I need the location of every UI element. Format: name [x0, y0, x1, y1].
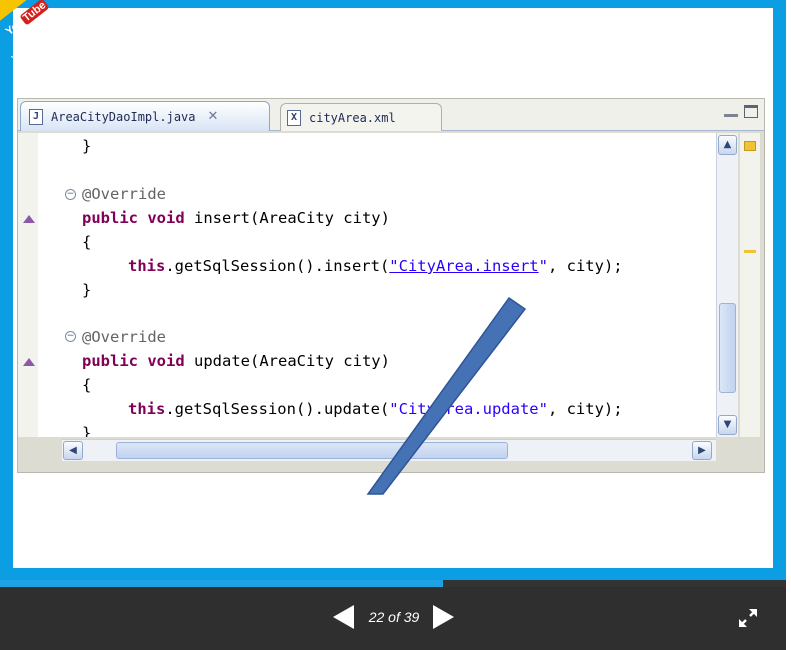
scroll-right-icon: ▶: [692, 441, 712, 460]
next-slide-button[interactable]: [433, 605, 454, 629]
code-line: {: [82, 231, 91, 253]
fold-icon: −: [65, 189, 76, 200]
tab-cityarea-xml: X cityArea.xml: [280, 103, 442, 131]
eclipse-editor-screenshot: J AreaCityDaoImpl.java ✕ X cityArea.xml: [17, 98, 765, 473]
view-controls: [724, 105, 758, 118]
code-line: }: [82, 279, 91, 301]
java-file-icon: J: [29, 108, 43, 125]
fold-icon: −: [65, 331, 76, 342]
expand-icon: [739, 609, 757, 627]
code-text: {: [82, 233, 92, 251]
code-line: }: [82, 135, 91, 157]
code-line: public void insert(AreaCity city): [82, 207, 390, 229]
editor-tab-bar: J AreaCityDaoImpl.java ✕ X cityArea.xml: [18, 99, 764, 131]
code-line: {: [82, 374, 91, 396]
code-text: insert(AreaCity city): [184, 209, 390, 227]
keyword-text: this: [128, 400, 166, 418]
code-text: .getSqlSession().insert(: [165, 257, 390, 275]
code-text: }: [82, 424, 92, 437]
fullscreen-button[interactable]: [737, 607, 759, 629]
progress-fill: [0, 580, 443, 587]
vertical-scroll-thumb: [719, 303, 736, 393]
code-line: this.getSqlSession().insert("CityArea.in…: [128, 255, 623, 277]
vertical-ruler: [18, 133, 38, 437]
page-total: 39: [403, 609, 420, 625]
horizontal-scroll-thumb: [116, 442, 508, 459]
progress-bar[interactable]: [0, 580, 786, 587]
code-line: this.getSqlSession().update("CityArea.up…: [128, 398, 623, 420]
code-line: }: [82, 422, 91, 437]
page-indicator: 22 of 39: [363, 609, 425, 625]
keyword-text: this: [128, 257, 166, 275]
code-text: , city);: [547, 257, 623, 275]
code-line: @Override: [82, 326, 166, 348]
player-controls: 22 of 39: [0, 587, 786, 650]
maximize-icon: [744, 105, 758, 118]
code-text: }: [82, 281, 92, 299]
page-current: 22: [368, 609, 385, 625]
vertical-scrollbar: ▲ ▼: [716, 133, 738, 437]
code-line: @Override: [82, 183, 166, 205]
tab-areacitydaoimpl-java: J AreaCityDaoImpl.java ✕: [20, 101, 270, 131]
code-text: .getSqlSession().update(: [165, 400, 390, 418]
override-marker-icon: [23, 358, 35, 366]
previous-slide-button[interactable]: [333, 605, 354, 629]
tab-label: AreaCityDaoImpl.java: [51, 109, 196, 124]
minimize-icon: [724, 105, 738, 117]
code-text: {: [82, 376, 92, 394]
keyword-text: void: [147, 352, 185, 370]
overview-ruler: [740, 133, 760, 437]
string-text: ": [538, 257, 548, 275]
keyword-text: public: [82, 209, 138, 227]
string-link-text: "CityArea.insert: [389, 257, 539, 275]
annotation-text: @Override: [82, 328, 166, 346]
slide-canvas: J AreaCityDaoImpl.java ✕ X cityArea.xml: [13, 8, 773, 568]
code-text: update(AreaCity city): [184, 352, 390, 370]
annotation-text: @Override: [82, 185, 166, 203]
xml-file-icon: X: [287, 109, 301, 126]
keyword-text: void: [147, 209, 185, 227]
page-of: of: [388, 609, 400, 625]
tab-label: cityArea.xml: [309, 110, 396, 125]
scroll-left-icon: ◀: [63, 441, 83, 460]
string-text: "CityArea.update": [389, 400, 548, 418]
override-marker-icon: [23, 215, 35, 223]
scroll-down-icon: ▼: [718, 415, 737, 435]
code-area: − − } @Override public void insert(AreaC…: [38, 133, 716, 437]
close-icon: ✕: [207, 109, 219, 124]
occurrence-marker: [744, 250, 756, 253]
slide-frame: J AreaCityDaoImpl.java ✕ X cityArea.xml: [0, 0, 786, 580]
page-edge: [786, 0, 791, 650]
code-line: public void update(AreaCity city): [82, 350, 390, 372]
code-text: }: [82, 137, 92, 155]
warning-marker-icon: [744, 141, 756, 151]
keyword-text: public: [82, 352, 138, 370]
horizontal-scrollbar: ◀ ▶: [62, 439, 716, 461]
scroll-up-icon: ▲: [718, 135, 737, 155]
code-text: , city);: [547, 400, 623, 418]
